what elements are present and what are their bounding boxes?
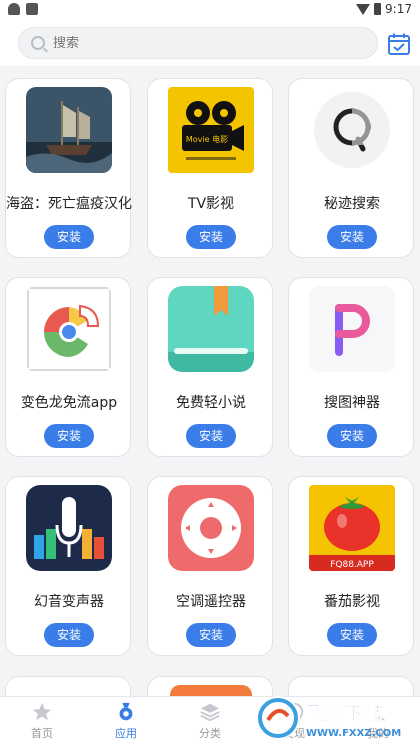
watermark-logo: 飞翔下载 WWW.FXXZ.COM	[256, 696, 401, 740]
app-card[interactable]: 免费轻小说 安装	[147, 277, 273, 457]
tomato-icon: FQ88.APP	[309, 485, 395, 571]
install-button[interactable]: 安装	[327, 623, 377, 647]
search-header	[0, 20, 420, 66]
app-name: 搜图神器	[324, 395, 380, 411]
tab-home[interactable]: 首页	[0, 701, 84, 741]
p-letter-icon	[309, 286, 395, 372]
install-button[interactable]: 安装	[44, 623, 94, 647]
install-button[interactable]: 安装	[327, 225, 377, 249]
star-icon	[32, 702, 52, 721]
svg-text:飞翔下载: 飞翔下载	[306, 702, 382, 725]
app-name: TV影视	[187, 196, 235, 212]
app-card[interactable]: 搜图神器 安装	[288, 277, 414, 457]
search-input[interactable]	[53, 35, 353, 51]
search-box[interactable]	[18, 27, 378, 59]
install-button[interactable]: 安装	[186, 225, 236, 249]
battery-icon	[374, 3, 382, 15]
app-card[interactable]: 空调遥控器 安装	[147, 476, 273, 656]
app-card[interactable]: 幻音变声器 安装	[5, 476, 131, 656]
medal-icon	[119, 702, 133, 721]
microphone-icon	[26, 485, 112, 571]
chrome-bulb-icon	[26, 286, 112, 372]
tab-label: 分类	[199, 727, 221, 740]
status-time: 9:17	[385, 2, 412, 16]
tab-categories[interactable]: 分类	[168, 701, 252, 741]
svg-text:FQ88.APP: FQ88.APP	[330, 560, 374, 570]
app-card[interactable]: 变色龙免流app 安装	[5, 277, 131, 457]
app-name: 空调遥控器	[176, 594, 246, 610]
install-button[interactable]: 安装	[186, 623, 236, 647]
layers-icon	[200, 703, 220, 722]
movie-camera-icon: Movie 电影	[168, 87, 254, 173]
install-button[interactable]: 安装	[327, 424, 377, 448]
search-icon	[31, 36, 45, 50]
status-bar: 9:17	[0, 0, 420, 20]
install-button[interactable]: 安装	[44, 225, 94, 249]
app-name: 海盗：死亡瘟疫汉化	[6, 196, 132, 212]
app-card[interactable]: FQ88.APP 番茄影视 安装	[288, 476, 414, 656]
calendar-check-icon[interactable]	[387, 32, 411, 56]
remote-control-icon	[168, 485, 254, 571]
book-icon	[168, 286, 254, 372]
app-card[interactable]: Movie 电影 TV影视 安装	[147, 78, 273, 258]
wifi-icon	[356, 3, 371, 15]
app-name: 变色龙免流app	[20, 395, 118, 411]
search-q-icon	[309, 87, 395, 173]
app-card[interactable]: 秘迹搜索 安装	[288, 78, 414, 258]
tab-apps[interactable]: 应用	[84, 701, 168, 741]
notification-icon	[8, 3, 20, 15]
install-button[interactable]: 安装	[44, 424, 94, 448]
svg-text:Movie 电影: Movie 电影	[186, 134, 228, 144]
app-card[interactable]: 海盗：死亡瘟疫汉化 安装	[5, 78, 132, 258]
app-name: 秘迹搜索	[324, 196, 380, 212]
tab-label: 应用	[115, 727, 137, 740]
pirate-ship-icon	[26, 87, 112, 173]
install-button[interactable]: 安装	[186, 424, 236, 448]
app-name: 番茄影视	[324, 594, 380, 610]
svg-text:WWW.FXXZ.COM: WWW.FXXZ.COM	[306, 728, 401, 739]
app-name: 幻音变声器	[34, 594, 104, 610]
app-name: 免费轻小说	[176, 395, 246, 411]
tab-label: 首页	[31, 727, 53, 740]
app-notification-icon	[26, 3, 38, 15]
